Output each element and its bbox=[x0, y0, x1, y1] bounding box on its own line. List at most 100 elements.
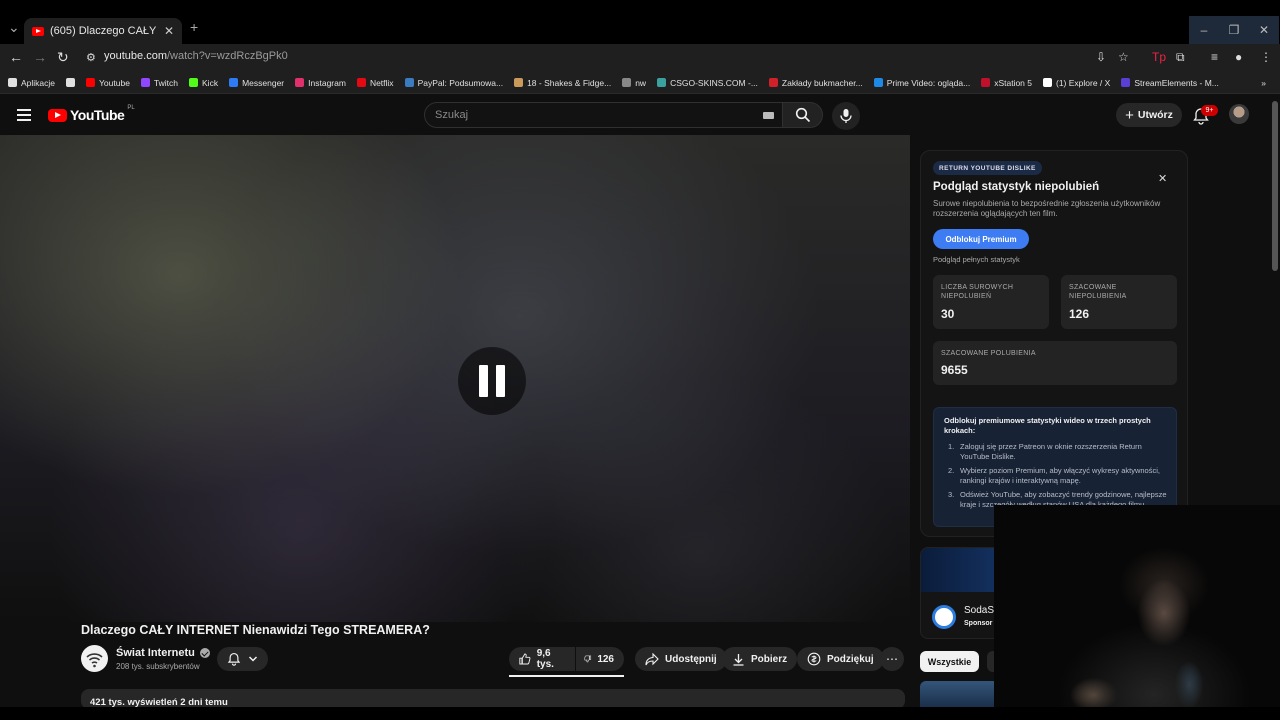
estimated-dislikes-label: SZACOWANE NIEPOLUBIENIA bbox=[1069, 283, 1127, 301]
bookmark-label: Instagram bbox=[308, 77, 346, 88]
raw-dislikes-label-line2: NIEPOLUBIEŃ bbox=[941, 293, 992, 300]
bookmark-label: Zakłady bukmacher... bbox=[781, 77, 863, 88]
voice-search-button[interactable] bbox=[832, 102, 860, 130]
subscription-notifications-button[interactable] bbox=[217, 647, 268, 671]
bookmark-item[interactable]: 18 - Shakes & Fidge... bbox=[514, 78, 611, 88]
forward-icon[interactable]: → bbox=[33, 49, 47, 65]
bookmark-favicon-icon bbox=[981, 78, 991, 87]
scrollbar-thumb[interactable] bbox=[1272, 101, 1278, 271]
video-player[interactable] bbox=[0, 135, 910, 622]
reload-icon[interactable]: ↻ bbox=[57, 49, 69, 66]
bookmark-item[interactable]: Zakłady bukmacher... bbox=[768, 77, 863, 88]
channel-name[interactable]: Świat Internetu bbox=[116, 647, 210, 659]
filter-chip-all[interactable]: Wszystkie bbox=[920, 651, 979, 672]
chrome-menu-icon[interactable]: ⋮ bbox=[1260, 50, 1272, 64]
tab-search-icon[interactable]: ⌄ bbox=[8, 19, 20, 36]
url-path: /watch?v=wzdRczBgPk0 bbox=[166, 50, 288, 62]
youtube-logo[interactable]: YouTube PL bbox=[48, 105, 135, 123]
bookmark-label: 18 - Shakes & Fidge... bbox=[527, 77, 612, 88]
bookmark-label: Twitch bbox=[153, 77, 179, 88]
bookmark-favicon-icon bbox=[8, 78, 17, 87]
bookmark-item[interactable]: Kick bbox=[189, 78, 218, 88]
tab-close-icon[interactable]: ✕ bbox=[164, 24, 174, 38]
bookmark-item[interactable]: Twitch bbox=[140, 77, 179, 88]
bookmark-favicon-icon bbox=[140, 78, 150, 87]
youtube-play-logo-icon bbox=[48, 108, 67, 122]
ryd-close-icon[interactable]: ✕ bbox=[1158, 172, 1167, 185]
share-button[interactable]: Udostępnij bbox=[635, 647, 727, 671]
raw-dislikes-label-line1: LICZBA SUROWYCH bbox=[941, 284, 1014, 291]
estimated-likes-card: SZACOWANE POLUBIENIA 9655 bbox=[933, 341, 1177, 385]
pause-bar-right bbox=[496, 365, 505, 397]
account-avatar[interactable] bbox=[1229, 104, 1249, 124]
bookmark-favicon-icon bbox=[356, 78, 366, 87]
download-icon bbox=[733, 653, 744, 666]
bookmark-item[interactable] bbox=[66, 78, 76, 87]
description-box[interactable]: 421 tys. wyświetleń 2 dni temu bbox=[81, 689, 905, 709]
raw-dislikes-card: LICZBA SUROWYCH NIEPOLUBIEŃ 30 bbox=[933, 275, 1049, 329]
recommended-video-thumbnail[interactable] bbox=[920, 681, 996, 707]
bookmark-label: Prime Video: ogląda... bbox=[886, 77, 971, 88]
raw-dislikes-label: LICZBA SUROWYCH NIEPOLUBIEŃ bbox=[941, 283, 1013, 301]
bookmark-star-icon[interactable]: ☆ bbox=[1118, 50, 1129, 64]
bookmarks-overflow-icon[interactable]: » bbox=[1261, 78, 1266, 88]
dislike-button[interactable]: 126 bbox=[576, 647, 624, 671]
window-close-icon[interactable]: ✕ bbox=[1249, 16, 1279, 44]
profile-icon[interactable]: ● bbox=[1235, 50, 1242, 64]
browser-tab[interactable]: (605) Dlaczego CAŁY INTERNET ✕ bbox=[24, 18, 182, 44]
bookmark-label: StreamElements - M... bbox=[1134, 77, 1219, 88]
like-button[interactable]: 9,6 tys. bbox=[509, 647, 575, 671]
new-tab-icon[interactable]: + bbox=[190, 19, 198, 35]
bookmark-item[interactable]: Prime Video: ogląda... bbox=[873, 77, 971, 88]
ryd-badge: RETURN YOUTUBE DISLIKE bbox=[933, 161, 1042, 175]
thanks-icon bbox=[807, 652, 821, 666]
region-code: PL bbox=[127, 105, 135, 111]
minimize-icon[interactable]: – bbox=[1189, 16, 1219, 44]
bookmark-item[interactable]: CSGO-SKINS.COM -... bbox=[657, 78, 758, 88]
bookmark-item[interactable]: Netflix bbox=[356, 78, 394, 88]
download-label: Pobierz bbox=[751, 653, 788, 665]
download-button[interactable]: Pobierz bbox=[722, 647, 798, 671]
bookmark-item[interactable]: Instagram bbox=[295, 78, 346, 88]
sponsored-card[interactable]: SodaS Sponsor bbox=[920, 547, 996, 639]
estimated-dislikes-card: SZACOWANE NIEPOLUBIENIA 126 bbox=[1061, 275, 1177, 329]
pause-button[interactable] bbox=[458, 347, 526, 415]
bookmark-item[interactable]: StreamElements - M... bbox=[1121, 78, 1219, 88]
address-bar[interactable]: youtube.com/watch?v=wzdRczBgPk0 bbox=[104, 50, 288, 62]
search-input[interactable]: Szukaj bbox=[424, 102, 783, 128]
bookmark-item[interactable]: PayPal: Podsumowa... bbox=[404, 78, 503, 88]
install-app-icon[interactable]: ⇩ bbox=[1096, 50, 1106, 64]
create-button[interactable]: + Utwórz bbox=[1116, 103, 1182, 127]
step-text: Zaloguj się przez Patreon w oknie rozsze… bbox=[960, 442, 1142, 461]
back-icon[interactable]: ← bbox=[9, 49, 23, 65]
bookmark-item[interactable]: (1) Explore / X bbox=[1043, 78, 1110, 88]
youtube-favicon-icon bbox=[32, 26, 44, 36]
channel-avatar[interactable] bbox=[81, 645, 108, 672]
share-label: Udostępnij bbox=[665, 653, 717, 665]
like-count: 9,6 tys. bbox=[536, 648, 554, 670]
bookmark-item[interactable]: xStation 5 bbox=[981, 78, 1032, 88]
bookmark-favicon-icon bbox=[404, 78, 414, 87]
site-info-icon[interactable]: ⚙ bbox=[86, 51, 96, 64]
media-control-icon[interactable]: ≡ bbox=[1211, 50, 1218, 64]
search-button[interactable] bbox=[782, 102, 823, 128]
thanks-button[interactable]: Podziękuj bbox=[797, 647, 884, 671]
bookmark-label: (1) Explore / X bbox=[1056, 77, 1111, 88]
bookmark-item[interactable]: Youtube bbox=[86, 78, 130, 88]
extensions-icon[interactable]: ⧉ bbox=[1176, 50, 1185, 65]
hamburger-menu-icon[interactable] bbox=[17, 109, 31, 121]
restore-icon[interactable]: ❐ bbox=[1219, 16, 1249, 44]
bookmark-favicon-icon bbox=[1043, 78, 1052, 87]
extension-tp-icon[interactable]: Tp bbox=[1152, 50, 1166, 64]
bookmark-item[interactable]: Aplikacje bbox=[8, 78, 55, 88]
bookmark-item[interactable]: Messenger bbox=[229, 78, 284, 88]
step-item: 2. Wybierz poziom Premium, aby włączyć wy… bbox=[948, 466, 1160, 485]
unlock-premium-button[interactable]: Odblokuj Premium bbox=[933, 229, 1029, 249]
bookmark-item[interactable]: nw bbox=[622, 78, 646, 88]
youtube-wordmark: YouTube bbox=[70, 107, 125, 123]
more-actions-icon[interactable]: ⋯ bbox=[880, 647, 904, 671]
search-placeholder: Szukaj bbox=[435, 109, 469, 121]
keyboard-icon[interactable] bbox=[763, 112, 774, 119]
bookmark-label: nw bbox=[635, 77, 647, 88]
bookmark-favicon-icon bbox=[86, 78, 96, 87]
